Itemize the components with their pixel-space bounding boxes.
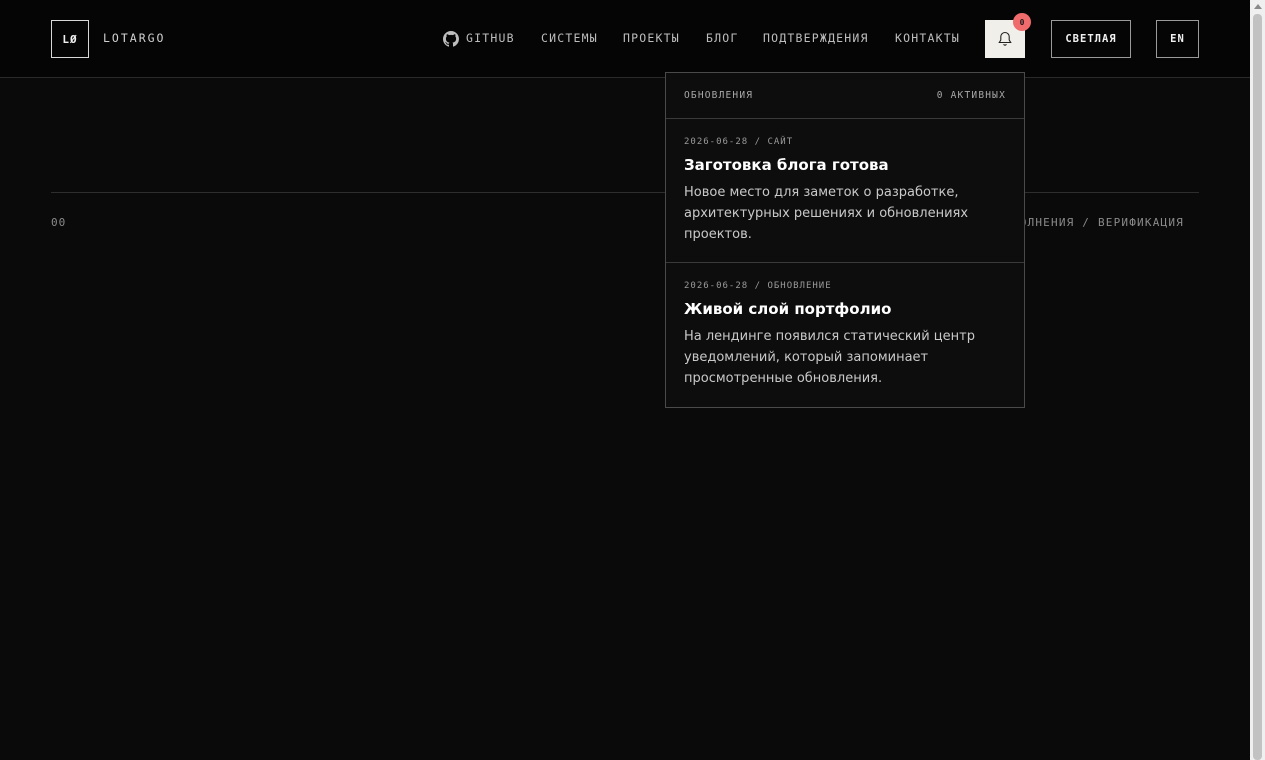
language-button[interactable]: EN xyxy=(1156,20,1199,58)
header: LØ LOTARGO GITHUB СИСТЕМЫ ПРОЕКТЫ БЛОГ П… xyxy=(0,0,1250,78)
notification-title: Живой слой портфолио xyxy=(684,300,892,318)
notifications-header: ОБНОВЛЕНИЯ 0 АКТИВНЫХ xyxy=(666,73,1024,119)
logo-text[interactable]: LOTARGO xyxy=(103,31,165,45)
notification-text: Новое место для заметок о разработке, ар… xyxy=(684,185,969,242)
notification-meta: 2026-06-28 / САЙТ xyxy=(684,137,794,147)
notifications-active-count: 0 АКТИВНЫХ xyxy=(936,90,1006,101)
nav-github[interactable]: GITHUB xyxy=(466,31,515,45)
notification-meta: 2026-06-28 / ОБНОВЛЕНИЕ xyxy=(684,281,832,291)
github-icon[interactable] xyxy=(443,31,459,47)
scroll-up-arrow-icon[interactable] xyxy=(1254,4,1262,9)
notifications-dropdown: ОБНОВЛЕНИЯ 0 АКТИВНЫХ 2026-06-28 / САЙТ … xyxy=(665,72,1025,408)
notification-title: Заготовка блога готова xyxy=(684,156,889,174)
logo-mark[interactable]: LØ xyxy=(51,20,89,58)
notification-item[interactable]: 2026-06-28 / САЙТ Заготовка блога готова… xyxy=(666,119,1024,263)
notification-text: На лендинге появился статический центр у… xyxy=(684,329,975,386)
notification-count-badge: 0 xyxy=(1013,13,1031,31)
bell-icon xyxy=(998,31,1012,46)
section-number: 00 xyxy=(51,216,67,229)
notifications-title: ОБНОВЛЕНИЯ xyxy=(684,90,754,101)
nav-contacts[interactable]: КОНТАКТЫ xyxy=(895,31,960,45)
notification-item[interactable]: 2026-06-28 / ОБНОВЛЕНИЕ Живой слой портф… xyxy=(666,263,1024,407)
nav-projects[interactable]: ПРОЕКТЫ xyxy=(623,31,680,45)
nav-confirmations[interactable]: ПОДТВЕРЖДЕНИЯ xyxy=(763,31,869,45)
section-breadcrumb: ОЛНЕНИЯ / ВЕРИФИКАЦИЯ xyxy=(1019,216,1184,229)
nav-blog[interactable]: БЛОГ xyxy=(706,31,739,45)
theme-toggle-button[interactable]: СВЕТЛАЯ xyxy=(1051,20,1131,58)
section-divider xyxy=(51,192,1199,193)
nav-systems[interactable]: СИСТЕМЫ xyxy=(541,31,598,45)
page: LØ LOTARGO GITHUB СИСТЕМЫ ПРОЕКТЫ БЛОГ П… xyxy=(0,0,1250,760)
scrollbar-thumb[interactable] xyxy=(1253,14,1262,760)
